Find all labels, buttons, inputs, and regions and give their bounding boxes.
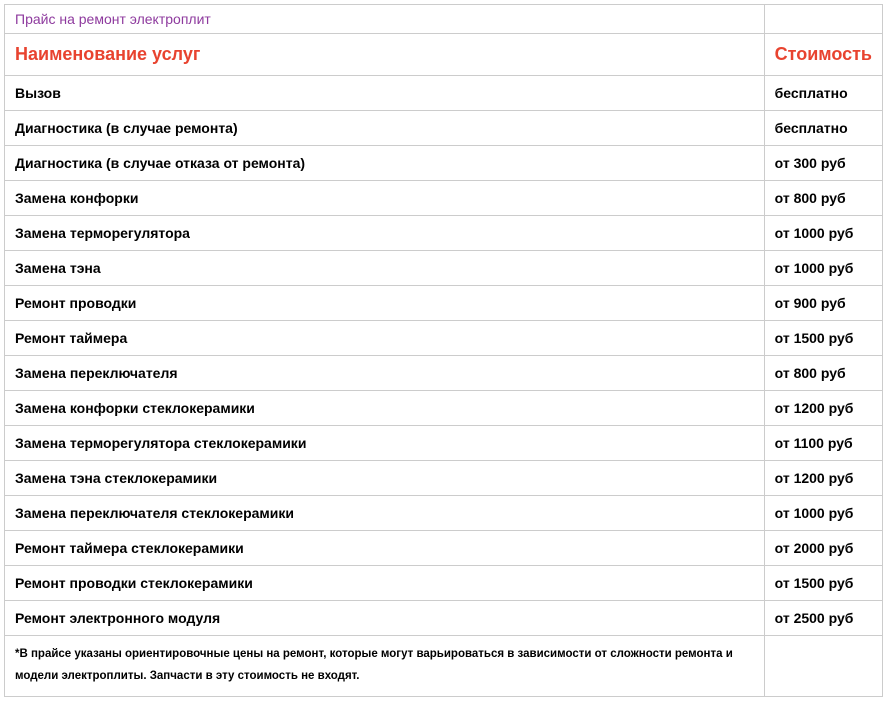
price-cell: от 300 руб xyxy=(764,146,882,181)
service-cell: Ремонт проводки xyxy=(5,286,765,321)
price-cell: от 1000 руб xyxy=(764,216,882,251)
table-row: Ремонт таймераот 1500 руб xyxy=(5,321,883,356)
price-cell: от 1200 руб xyxy=(764,461,882,496)
table-row: Вызовбесплатно xyxy=(5,76,883,111)
table-header-row: Наименование услуг Стоимость xyxy=(5,34,883,76)
table-title-empty xyxy=(764,5,882,34)
service-cell: Диагностика (в случае ремонта) xyxy=(5,111,765,146)
price-cell: от 1500 руб xyxy=(764,321,882,356)
header-service: Наименование услуг xyxy=(5,34,765,76)
price-cell: бесплатно xyxy=(764,111,882,146)
price-table-body: Прайс на ремонт электроплит Наименование… xyxy=(5,5,883,697)
table-row: Замена конфоркиот 800 руб xyxy=(5,181,883,216)
service-cell: Замена конфорки xyxy=(5,181,765,216)
service-cell: Замена тэна стеклокерамики xyxy=(5,461,765,496)
footnote-row: *В прайсе указаны ориентировочные цены н… xyxy=(5,636,883,697)
service-cell: Замена терморегулятора xyxy=(5,216,765,251)
price-cell: от 2500 руб xyxy=(764,601,882,636)
table-title-row: Прайс на ремонт электроплит xyxy=(5,5,883,34)
table-row: Диагностика (в случае отказа от ремонта)… xyxy=(5,146,883,181)
table-row: Ремонт таймера стеклокерамикиот 2000 руб xyxy=(5,531,883,566)
header-price: Стоимость xyxy=(764,34,882,76)
price-cell: от 1500 руб xyxy=(764,566,882,601)
price-cell: от 900 руб xyxy=(764,286,882,321)
table-title: Прайс на ремонт электроплит xyxy=(5,5,765,34)
service-cell: Замена переключателя стеклокерамики xyxy=(5,496,765,531)
table-row: Замена тэнаот 1000 руб xyxy=(5,251,883,286)
service-cell: Ремонт электронного модуля xyxy=(5,601,765,636)
service-cell: Ремонт таймера xyxy=(5,321,765,356)
table-row: Ремонт проводки стеклокерамикиот 1500 ру… xyxy=(5,566,883,601)
table-row: Ремонт проводкиот 900 руб xyxy=(5,286,883,321)
table-row: Ремонт электронного модуляот 2500 руб xyxy=(5,601,883,636)
service-cell: Ремонт проводки стеклокерамики xyxy=(5,566,765,601)
table-row: Замена терморегулятора стеклокерамикиот … xyxy=(5,426,883,461)
footnote-empty xyxy=(764,636,882,697)
service-cell: Вызов xyxy=(5,76,765,111)
table-row: Замена терморегулятораот 1000 руб xyxy=(5,216,883,251)
service-cell: Замена переключателя xyxy=(5,356,765,391)
footnote-text: *В прайсе указаны ориентировочные цены н… xyxy=(5,636,765,697)
service-cell: Ремонт таймера стеклокерамики xyxy=(5,531,765,566)
price-cell: от 2000 руб xyxy=(764,531,882,566)
table-row: Диагностика (в случае ремонта)бесплатно xyxy=(5,111,883,146)
price-cell: от 1100 руб xyxy=(764,426,882,461)
price-cell: от 1000 руб xyxy=(764,251,882,286)
table-row: Замена конфорки стеклокерамикиот 1200 ру… xyxy=(5,391,883,426)
price-cell: от 1200 руб xyxy=(764,391,882,426)
price-cell: от 800 руб xyxy=(764,356,882,391)
price-cell: бесплатно xyxy=(764,76,882,111)
service-cell: Замена тэна xyxy=(5,251,765,286)
table-row: Замена переключателяот 800 руб xyxy=(5,356,883,391)
table-row: Замена тэна стеклокерамикиот 1200 руб xyxy=(5,461,883,496)
service-cell: Замена терморегулятора стеклокерамики xyxy=(5,426,765,461)
price-cell: от 1000 руб xyxy=(764,496,882,531)
price-cell: от 800 руб xyxy=(764,181,882,216)
table-row: Замена переключателя стеклокерамикиот 10… xyxy=(5,496,883,531)
service-cell: Диагностика (в случае отказа от ремонта) xyxy=(5,146,765,181)
price-table: Прайс на ремонт электроплит Наименование… xyxy=(4,4,883,697)
service-cell: Замена конфорки стеклокерамики xyxy=(5,391,765,426)
